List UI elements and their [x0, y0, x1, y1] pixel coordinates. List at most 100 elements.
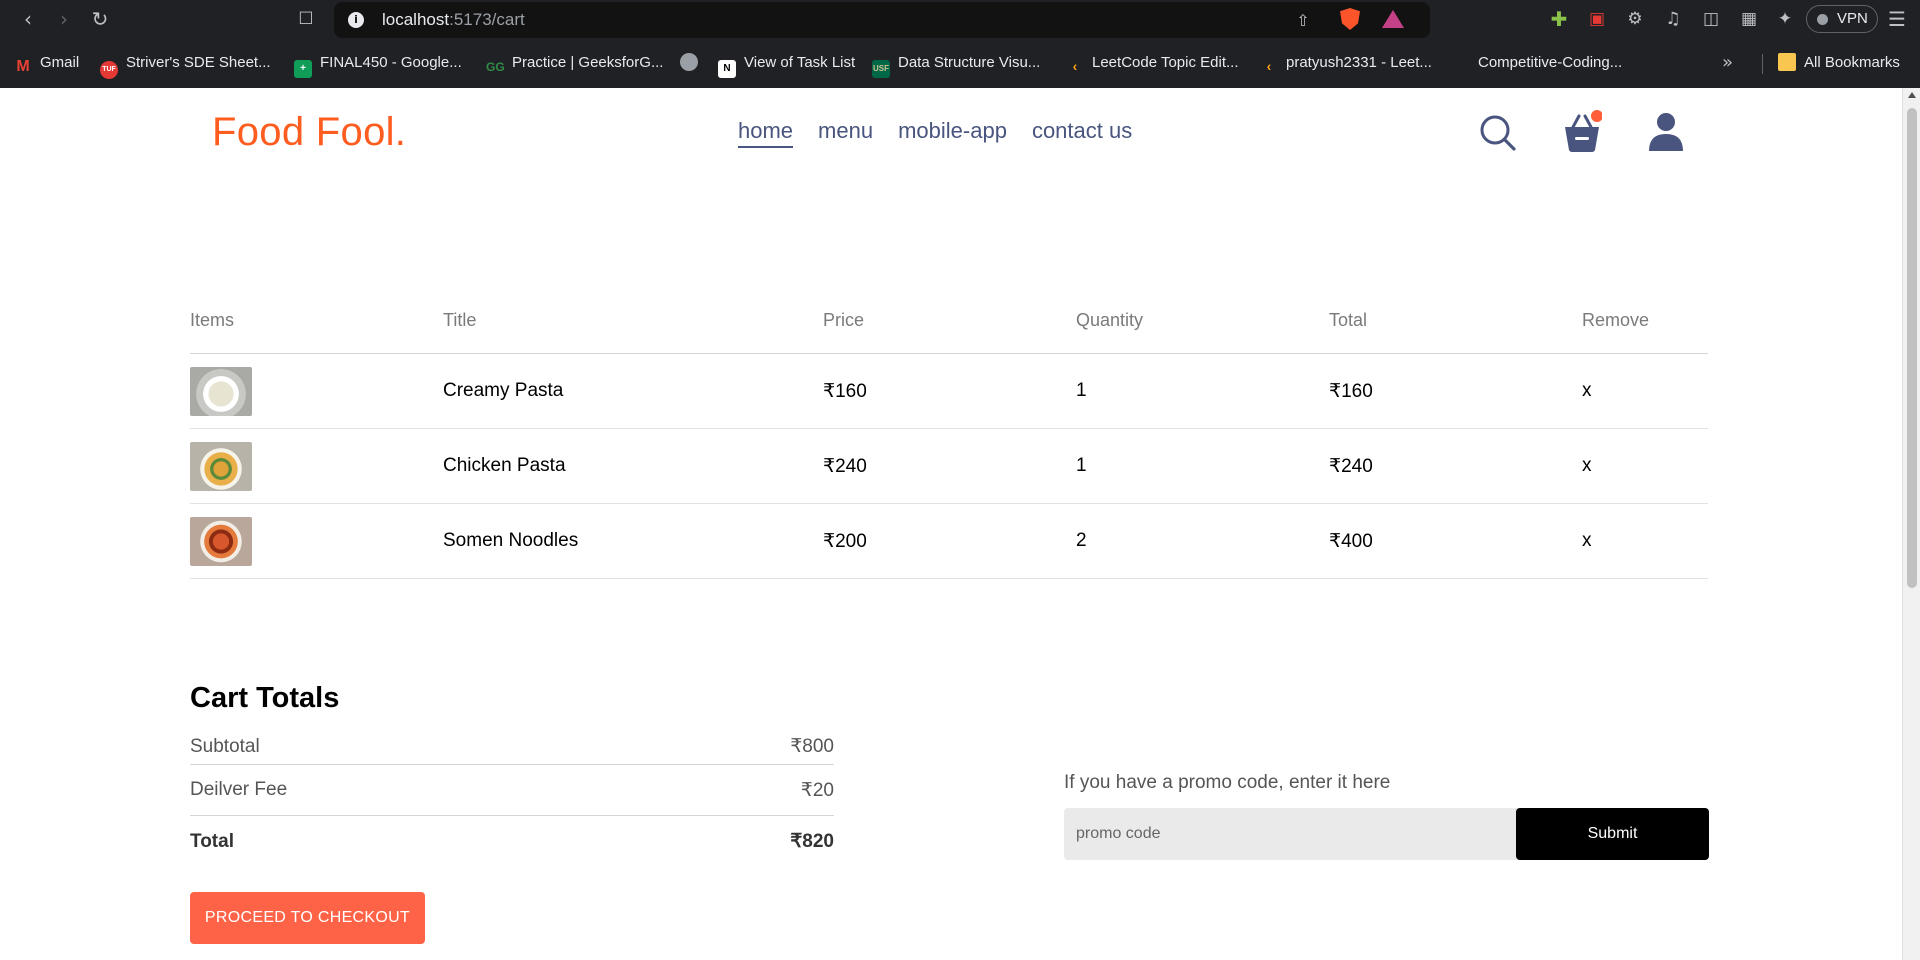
extensions-puzzle-icon[interactable]: ⚙ — [1624, 8, 1646, 30]
subtotal-value: ₹800 — [790, 736, 834, 757]
delivery-fee-row: Deilver Fee ₹20 — [190, 765, 834, 816]
bookmark-icon[interactable]: ☐ — [294, 7, 318, 31]
page: Food Fool. home menu mobile-app contact … — [0, 88, 1902, 960]
bookmark-competitive-coding[interactable]: Competitive-Coding... — [1478, 52, 1622, 74]
brave-rewards-icon[interactable] — [1382, 10, 1404, 28]
site-info-icon[interactable]: i — [348, 12, 364, 28]
scroll-up-icon[interactable] — [1908, 92, 1916, 98]
back-icon[interactable]: ‹ — [16, 7, 40, 31]
bookmark-globe[interactable] — [680, 52, 706, 74]
address-bar[interactable]: i localhost:5173/cart ⇧ — [334, 2, 1430, 38]
item-price: ₹160 — [823, 380, 867, 402]
header-total: Total — [1329, 310, 1368, 330]
sidebar-icon[interactable]: ◫ — [1700, 8, 1722, 30]
bookmark-gmail[interactable]: M Gmail — [14, 52, 79, 75]
page-scrollbar[interactable] — [1902, 88, 1920, 960]
main-nav: home menu mobile-app contact us — [738, 118, 1132, 148]
item-quantity: 1 — [1076, 455, 1087, 476]
cart-totals-heading: Cart Totals — [190, 682, 340, 714]
scrollbar-thumb[interactable] — [1907, 108, 1917, 588]
item-quantity: 1 — [1076, 380, 1087, 401]
forward-icon[interactable]: › — [52, 7, 76, 31]
item-total: ₹400 — [1329, 530, 1373, 552]
remove-item-button[interactable]: x — [1582, 354, 1592, 428]
folder-icon — [1778, 53, 1796, 71]
menu-icon[interactable]: ☰ — [1886, 8, 1908, 30]
bookmark-all-bookmarks[interactable]: All Bookmarks — [1778, 52, 1900, 74]
cart-row: Creamy Pasta ₹160 1 ₹160 x — [190, 354, 1708, 429]
nav-home[interactable]: home — [738, 118, 794, 148]
delivery-fee-value: ₹20 — [800, 779, 834, 801]
leetcode-icon: ‹ — [1266, 58, 1272, 74]
usf-icon: USF — [872, 60, 890, 78]
header-title: Title — [443, 310, 477, 330]
reload-icon[interactable]: ↻ — [88, 7, 112, 31]
browser-chrome: ‹ › ↻ ☐ i localhost:5173/cart ⇧ ✚ ▣ ⚙ ♫ … — [0, 0, 1920, 88]
header-remove: Remove — [1582, 310, 1650, 330]
promo-code-box: Submit — [1064, 808, 1709, 860]
item-title: Chicken Pasta — [443, 455, 566, 476]
promo-code-input[interactable] — [1064, 808, 1516, 860]
item-title: Creamy Pasta — [443, 380, 564, 401]
notion-icon: N — [718, 60, 736, 78]
remove-item-button[interactable]: x — [1582, 429, 1592, 503]
delivery-fee-label: Deilver Fee — [190, 779, 288, 800]
media-icon[interactable]: ♫ — [1662, 8, 1684, 30]
promo-prompt: If you have a promo code, enter it here — [1064, 772, 1391, 793]
header-price: Price — [823, 310, 865, 330]
subtotal-label: Subtotal — [190, 735, 260, 757]
total-label: Total — [190, 830, 234, 852]
bookmarks-bar: M Gmail TUF Striver's SDE Sheet... + FINAL4… — [0, 46, 1920, 80]
tuf-icon: TUF — [100, 61, 118, 79]
item-price: ₹240 — [823, 455, 867, 477]
basket-icon[interactable] — [1562, 110, 1602, 154]
total-value: ₹820 — [790, 831, 834, 852]
wallet-icon[interactable]: ▦ — [1738, 8, 1760, 30]
more-bookmarks-icon[interactable]: » — [1722, 52, 1733, 73]
food-image-creamy-pasta — [190, 366, 252, 416]
remove-item-button[interactable]: x — [1582, 504, 1592, 578]
bookmark-usf[interactable]: USF Data Structure Visu... — [872, 52, 1040, 78]
bookmarks-divider — [1762, 54, 1763, 74]
header-quantity: Quantity — [1076, 310, 1144, 330]
nav-menu[interactable]: menu — [818, 118, 873, 148]
bookmark-final450[interactable]: + FINAL450 - Google... — [294, 52, 462, 78]
cart-table-header: Items Title Price Quantity Total Remove — [190, 306, 1708, 354]
subtotal-row: Subtotal ₹800 — [190, 729, 834, 765]
nav-contact-us[interactable]: contact us — [1032, 118, 1132, 148]
extension-plus-icon[interactable]: ✚ — [1548, 8, 1570, 30]
item-price: ₹200 — [823, 530, 867, 552]
food-image-chicken-pasta — [190, 441, 252, 491]
bookmark-task-list[interactable]: N View of Task List — [718, 52, 855, 78]
globe-icon — [680, 53, 698, 71]
food-image-somen-noodles — [190, 516, 252, 566]
cart-row: Somen Noodles ₹200 2 ₹400 x — [190, 504, 1708, 579]
search-icon[interactable] — [1478, 110, 1518, 154]
item-total: ₹240 — [1329, 455, 1373, 477]
promo-submit-button[interactable]: Submit — [1516, 808, 1709, 860]
gfg-icon: GG — [486, 60, 505, 74]
leetcode-icon: ‹ — [1072, 58, 1078, 74]
cart-totals: Cart Totals Subtotal ₹800 Deilver Fee ₹2… — [190, 682, 834, 944]
header-items: Items — [190, 310, 235, 330]
leo-ai-icon[interactable]: ✦ — [1774, 8, 1796, 30]
browser-toolbar: ‹ › ↻ ☐ i localhost:5173/cart ⇧ ✚ ▣ ⚙ ♫ … — [0, 0, 1920, 38]
profile-icon[interactable] — [1646, 110, 1686, 154]
item-title: Somen Noodles — [443, 530, 579, 551]
share-icon[interactable]: ⇧ — [1292, 10, 1314, 32]
gmail-icon: M — [16, 58, 30, 75]
cart-row: Chicken Pasta ₹240 1 ₹240 x — [190, 429, 1708, 504]
item-total: ₹160 — [1329, 380, 1373, 402]
bookmark-pratyush[interactable]: ‹ pratyush2331 - Leet... — [1260, 52, 1432, 74]
extension-game-icon[interactable]: ▣ — [1586, 8, 1608, 30]
site-logo[interactable]: Food Fool. — [212, 110, 406, 155]
nav-mobile-app[interactable]: mobile-app — [898, 118, 1007, 148]
sheets-icon: + — [294, 60, 312, 78]
bookmark-striver[interactable]: TUF Striver's SDE Sheet... — [100, 52, 271, 79]
bookmark-leetcode-topic[interactable]: ‹ LeetCode Topic Edit... — [1066, 52, 1239, 74]
proceed-to-checkout-button[interactable]: PROCEED TO CHECKOUT — [190, 892, 425, 944]
bookmark-gfg[interactable]: GG Practice | GeeksforG... — [486, 52, 663, 74]
url-text[interactable]: localhost:5173/cart — [382, 10, 525, 30]
vpn-button[interactable]: VPN — [1806, 5, 1878, 33]
cart-notification-dot — [1591, 110, 1602, 122]
